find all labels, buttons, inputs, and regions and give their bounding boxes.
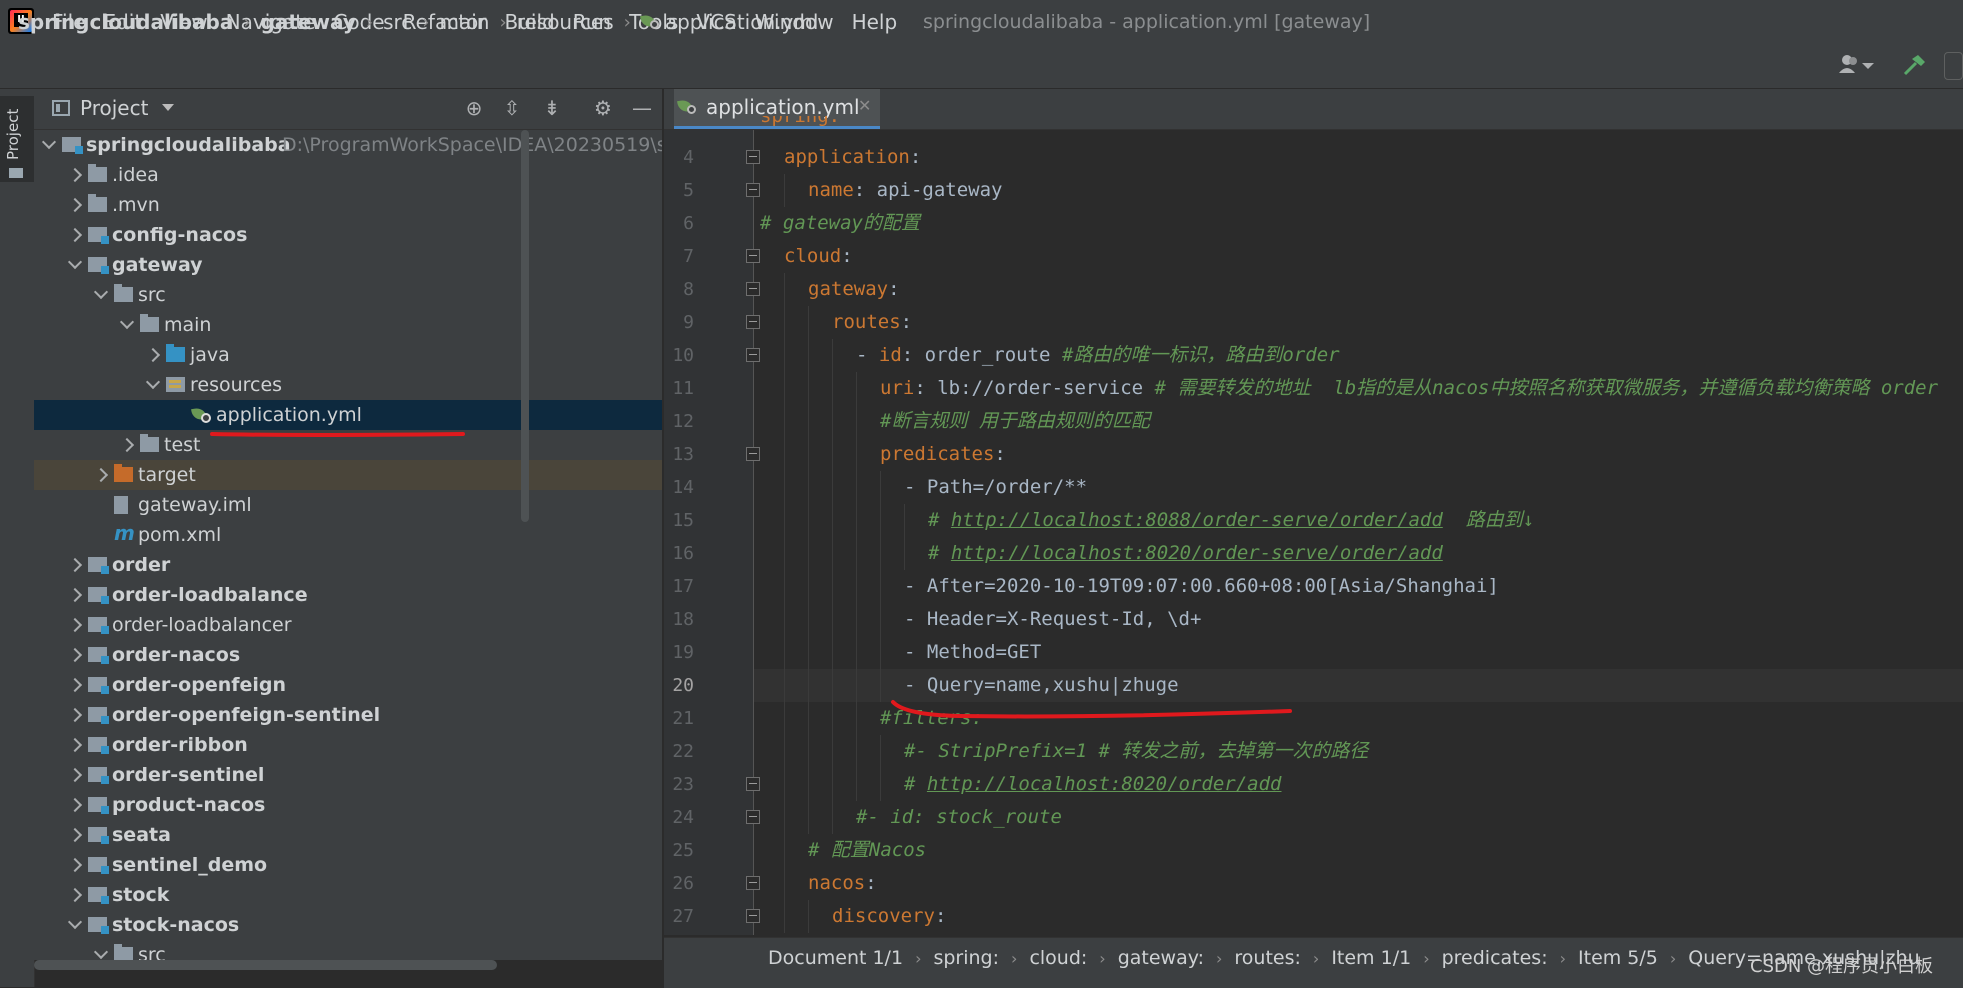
line-number: 4 xyxy=(683,147,694,168)
line-number: 13 xyxy=(672,444,694,465)
red-underline-annotations xyxy=(210,432,1292,719)
line-number: 21 xyxy=(672,708,694,729)
fold-marker-icon[interactable] xyxy=(746,282,760,296)
fold-marker-icon[interactable] xyxy=(746,909,760,923)
line-number: 17 xyxy=(672,576,694,597)
line-number: 23 xyxy=(672,774,694,795)
line-number: 27 xyxy=(672,906,694,927)
underline-application-yml xyxy=(210,432,465,437)
line-number: 22 xyxy=(672,741,694,762)
line-number: 6 xyxy=(683,213,694,234)
fold-marker-icon[interactable] xyxy=(746,810,760,824)
line-number: 11 xyxy=(672,378,694,399)
fold-marker-icon[interactable] xyxy=(746,777,760,791)
line-number: 9 xyxy=(683,312,694,333)
fold-marker-icon[interactable] xyxy=(746,315,760,329)
fold-marker-icon[interactable] xyxy=(746,447,760,461)
line-number: 16 xyxy=(672,543,694,564)
line-number: 26 xyxy=(672,873,694,894)
underline-query-line xyxy=(891,700,1292,719)
fold-marker-icon[interactable] xyxy=(746,249,760,263)
fold-marker-icon[interactable] xyxy=(746,348,760,362)
line-number: 20 xyxy=(672,675,694,696)
line-number: 8 xyxy=(683,279,694,300)
line-number: 24 xyxy=(672,807,694,828)
line-number: 14 xyxy=(672,477,694,498)
line-number: 19 xyxy=(672,642,694,663)
line-number: 25 xyxy=(672,840,694,861)
fold-marker-icon[interactable] xyxy=(746,150,760,164)
line-number: 7 xyxy=(683,246,694,267)
fold-marker-icon[interactable] xyxy=(746,183,760,197)
line-number: 18 xyxy=(672,609,694,630)
line-number: 12 xyxy=(672,411,694,432)
fold-marker-icon[interactable] xyxy=(746,876,760,890)
line-number: 5 xyxy=(683,180,694,201)
line-number: 10 xyxy=(672,345,694,366)
line-number: 15 xyxy=(672,510,694,531)
